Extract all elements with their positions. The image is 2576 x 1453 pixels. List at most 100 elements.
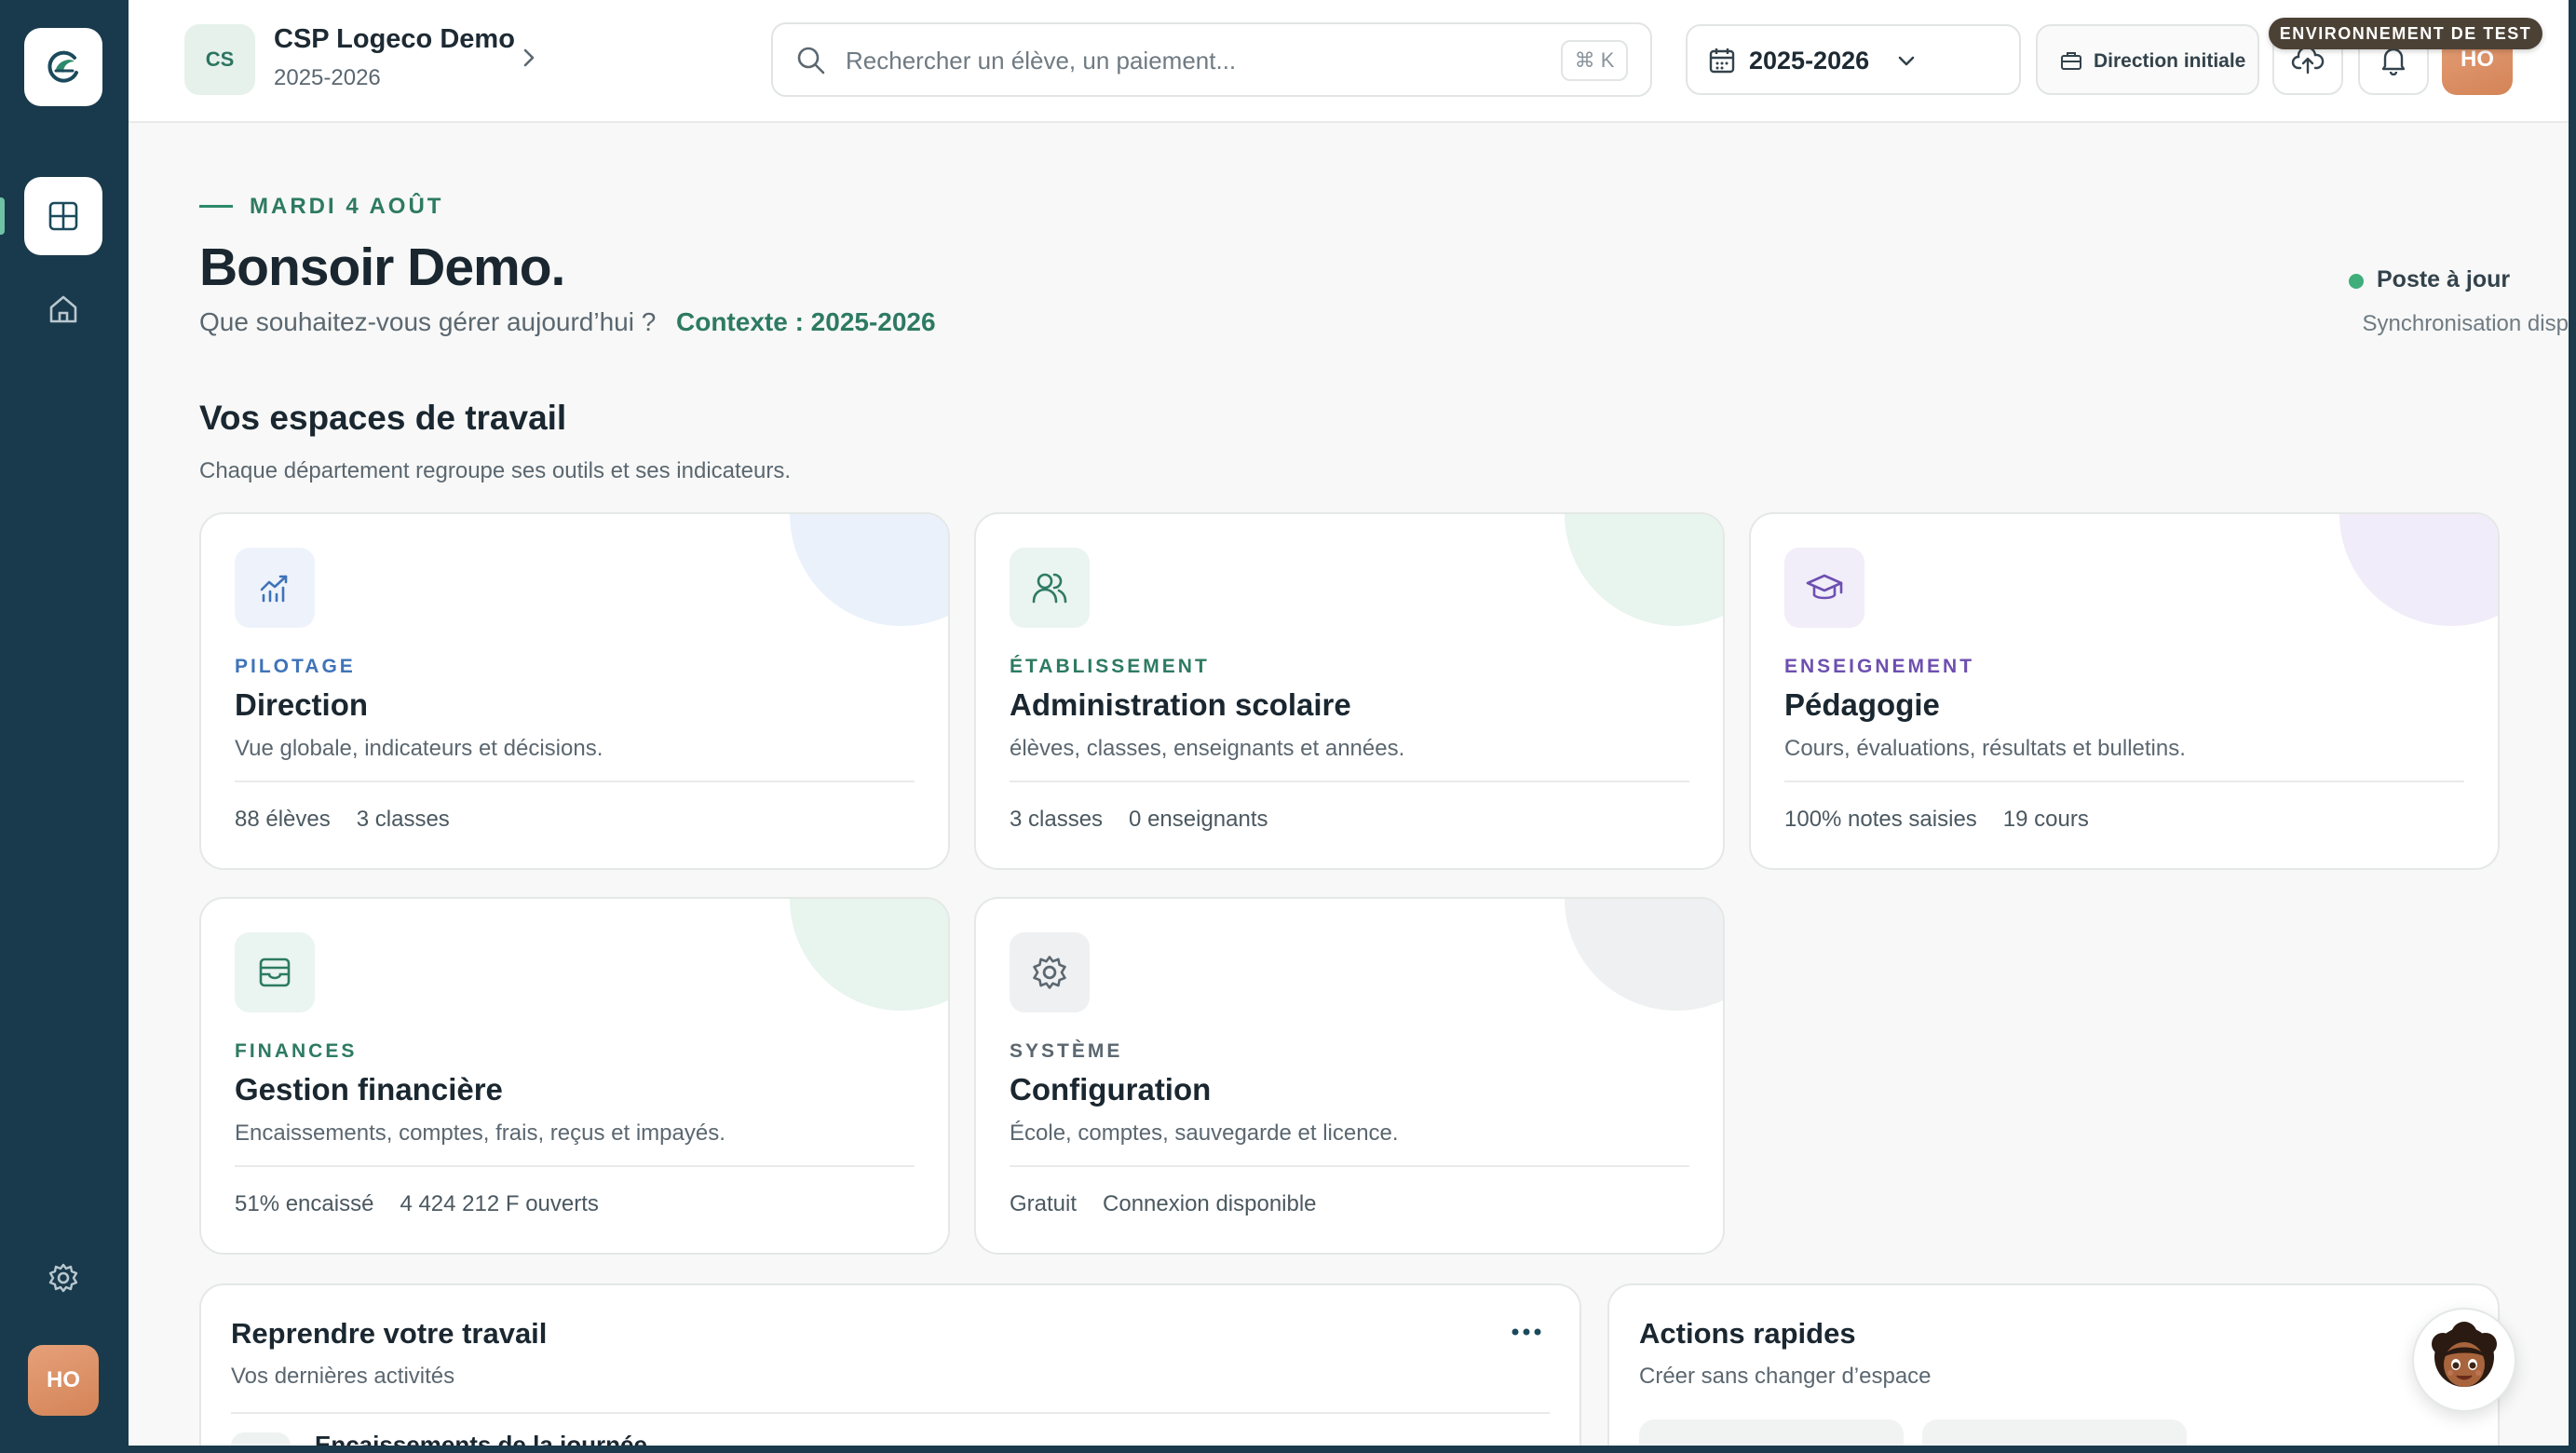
card-stat: 100% notes saisies bbox=[1784, 807, 1977, 832]
card-title: Configuration bbox=[1010, 1072, 1212, 1107]
school-name[interactable]: CSP Logeco Demo bbox=[274, 24, 515, 55]
role-button[interactable]: Direction initiale bbox=[2036, 24, 2259, 95]
search-bar[interactable]: Rechercher un élève, un paiement... ⌘ K bbox=[771, 22, 1652, 97]
card-title: Administration scolaire bbox=[1010, 687, 1351, 722]
active-indicator bbox=[0, 197, 5, 235]
card-description: Vue globale, indicateurs et décisions. bbox=[235, 736, 603, 761]
workspace-card-configuration[interactable]: SYSTÈME Configuration École, comptes, sa… bbox=[974, 897, 1725, 1255]
card-icon-box bbox=[235, 548, 315, 628]
dashboard-icon bbox=[48, 201, 78, 231]
card-decoration bbox=[790, 899, 948, 1011]
workspace-card-finances[interactable]: FINANCES Gestion financière Encaissement… bbox=[199, 897, 950, 1255]
card-icon-box bbox=[1010, 932, 1090, 1012]
card-category: ÉTABLISSEMENT bbox=[1010, 656, 1210, 677]
section-title: Vos espaces de travail bbox=[199, 399, 567, 437]
school-badge[interactable]: CS bbox=[184, 24, 255, 95]
context-label: Contexte : 2025-2026 bbox=[676, 307, 936, 336]
card-stats: 3 classes 0 enseignants bbox=[1010, 807, 1268, 833]
card-divider bbox=[1784, 781, 2464, 782]
card-category: FINANCES bbox=[235, 1040, 358, 1062]
card-divider bbox=[1010, 1165, 1689, 1167]
assistant-button[interactable] bbox=[2412, 1308, 2516, 1412]
sync-status-dot bbox=[2349, 274, 2364, 289]
wallet-icon bbox=[259, 957, 291, 987]
home-icon bbox=[49, 295, 77, 323]
sidebar-item-home[interactable] bbox=[24, 270, 102, 348]
sync-status: Poste à jour bbox=[2377, 266, 2511, 292]
app-logo[interactable] bbox=[24, 28, 102, 106]
greeting-title: Bonsoir Demo. bbox=[199, 238, 565, 297]
quick-action-button[interactable] bbox=[1922, 1419, 2187, 1446]
card-stats: 51% encaissé 4 424 212 F ouverts bbox=[235, 1191, 599, 1217]
card-stat: 88 élèves bbox=[235, 807, 331, 832]
quick-action-button[interactable] bbox=[1639, 1419, 1904, 1446]
card-category: ENSEIGNEMENT bbox=[1784, 656, 1975, 677]
logo-icon bbox=[47, 50, 78, 83]
sidebar-item-settings[interactable] bbox=[24, 1239, 102, 1317]
card-divider bbox=[235, 781, 915, 782]
sync-substatus: Synchronisation disponible bbox=[2362, 311, 2569, 336]
year-select-value: 2025-2026 bbox=[1749, 47, 1870, 75]
topbar: CS CSP Logeco Demo 2025-2026 Rechercher … bbox=[129, 0, 2569, 123]
card-stats: Gratuit Connexion disponible bbox=[1010, 1191, 1317, 1217]
card-title: Pédagogie bbox=[1784, 687, 1940, 722]
sidebar: HO bbox=[0, 0, 129, 1453]
year-select[interactable]: 2025-2026 bbox=[1686, 24, 2021, 95]
card-stat: 51% encaissé bbox=[235, 1191, 374, 1216]
greeting-subtitle: Que souhaitez-vous gérer aujourd’hui ? bbox=[199, 307, 657, 336]
card-stat: 3 classes bbox=[356, 807, 450, 832]
chevron-right-icon[interactable] bbox=[520, 45, 538, 71]
school-year: 2025-2026 bbox=[274, 65, 381, 90]
card-decoration bbox=[790, 514, 948, 626]
card-description: École, comptes, sauvegarde et licence. bbox=[1010, 1120, 1399, 1146]
panel-title: Actions rapides bbox=[1639, 1317, 1856, 1350]
card-description: élèves, classes, enseignants et années. bbox=[1010, 736, 1405, 761]
panel-subtitle: Vos dernières activités bbox=[231, 1364, 455, 1389]
gear-icon bbox=[1033, 956, 1066, 989]
activity-icon bbox=[231, 1433, 291, 1446]
card-divider bbox=[235, 1165, 915, 1167]
chart-icon bbox=[260, 575, 288, 603]
search-input[interactable]: Rechercher un élève, un paiement... bbox=[846, 47, 1236, 75]
workspace-card-administration[interactable]: ÉTABLISSEMENT Administration scolaire él… bbox=[974, 512, 1725, 870]
card-description: Cours, évaluations, résultats et bulleti… bbox=[1784, 736, 2186, 761]
quick-actions-panel: Actions rapides Créer sans changer d’esp… bbox=[1607, 1283, 2500, 1446]
activity-item[interactable]: Encaissements de la journée bbox=[315, 1431, 647, 1446]
sidebar-item-dashboard[interactable] bbox=[24, 177, 102, 255]
card-decoration bbox=[1565, 514, 1723, 626]
gear-icon bbox=[48, 1263, 78, 1293]
card-title: Gestion financière bbox=[235, 1072, 503, 1107]
section-subtitle: Chaque département regroupe ses outils e… bbox=[199, 458, 792, 483]
more-icon[interactable] bbox=[1511, 1326, 1542, 1338]
date-accent-line bbox=[199, 205, 233, 208]
card-stat: Connexion disponible bbox=[1103, 1191, 1317, 1216]
card-stat: 0 enseignants bbox=[1129, 807, 1268, 832]
main-panel: CS CSP Logeco Demo 2025-2026 Rechercher … bbox=[129, 0, 2569, 1446]
card-stats: 100% notes saisies 19 cours bbox=[1784, 807, 2089, 833]
card-decoration bbox=[1565, 899, 1723, 1011]
card-divider bbox=[1010, 781, 1689, 782]
search-icon bbox=[797, 47, 825, 75]
workspace-card-pedagogie[interactable]: ENSEIGNEMENT Pédagogie Cours, évaluation… bbox=[1749, 512, 2500, 870]
card-icon-box bbox=[1784, 548, 1864, 628]
current-date: MARDI 4 AOÛT bbox=[250, 194, 444, 219]
role-label: Direction initiale bbox=[2094, 50, 2246, 72]
workspace-card-direction[interactable]: PILOTAGE Direction Vue globale, indicate… bbox=[199, 512, 950, 870]
card-icon-box bbox=[1010, 548, 1090, 628]
search-shortcut: ⌘ K bbox=[1561, 40, 1628, 81]
card-stat: 19 cours bbox=[2002, 807, 2089, 832]
panel-divider bbox=[231, 1412, 1550, 1414]
card-stats: 88 élèves 3 classes bbox=[235, 807, 450, 833]
card-title: Direction bbox=[235, 687, 369, 722]
panel-subtitle: Créer sans changer d’espace bbox=[1639, 1364, 1932, 1389]
card-category: SYSTÈME bbox=[1010, 1040, 1123, 1062]
graduation-cap-icon bbox=[1806, 574, 1843, 600]
users-icon bbox=[1032, 573, 1067, 604]
sidebar-avatar[interactable]: HO bbox=[28, 1345, 99, 1416]
card-stat: 4 424 212 F ouverts bbox=[400, 1191, 599, 1216]
assistant-avatar-icon bbox=[2432, 1322, 2497, 1387]
card-stat: Gratuit bbox=[1010, 1191, 1078, 1216]
briefcase-icon bbox=[2061, 52, 2081, 70]
panel-title: Reprendre votre travail bbox=[231, 1317, 548, 1350]
card-icon-box bbox=[235, 932, 315, 1012]
